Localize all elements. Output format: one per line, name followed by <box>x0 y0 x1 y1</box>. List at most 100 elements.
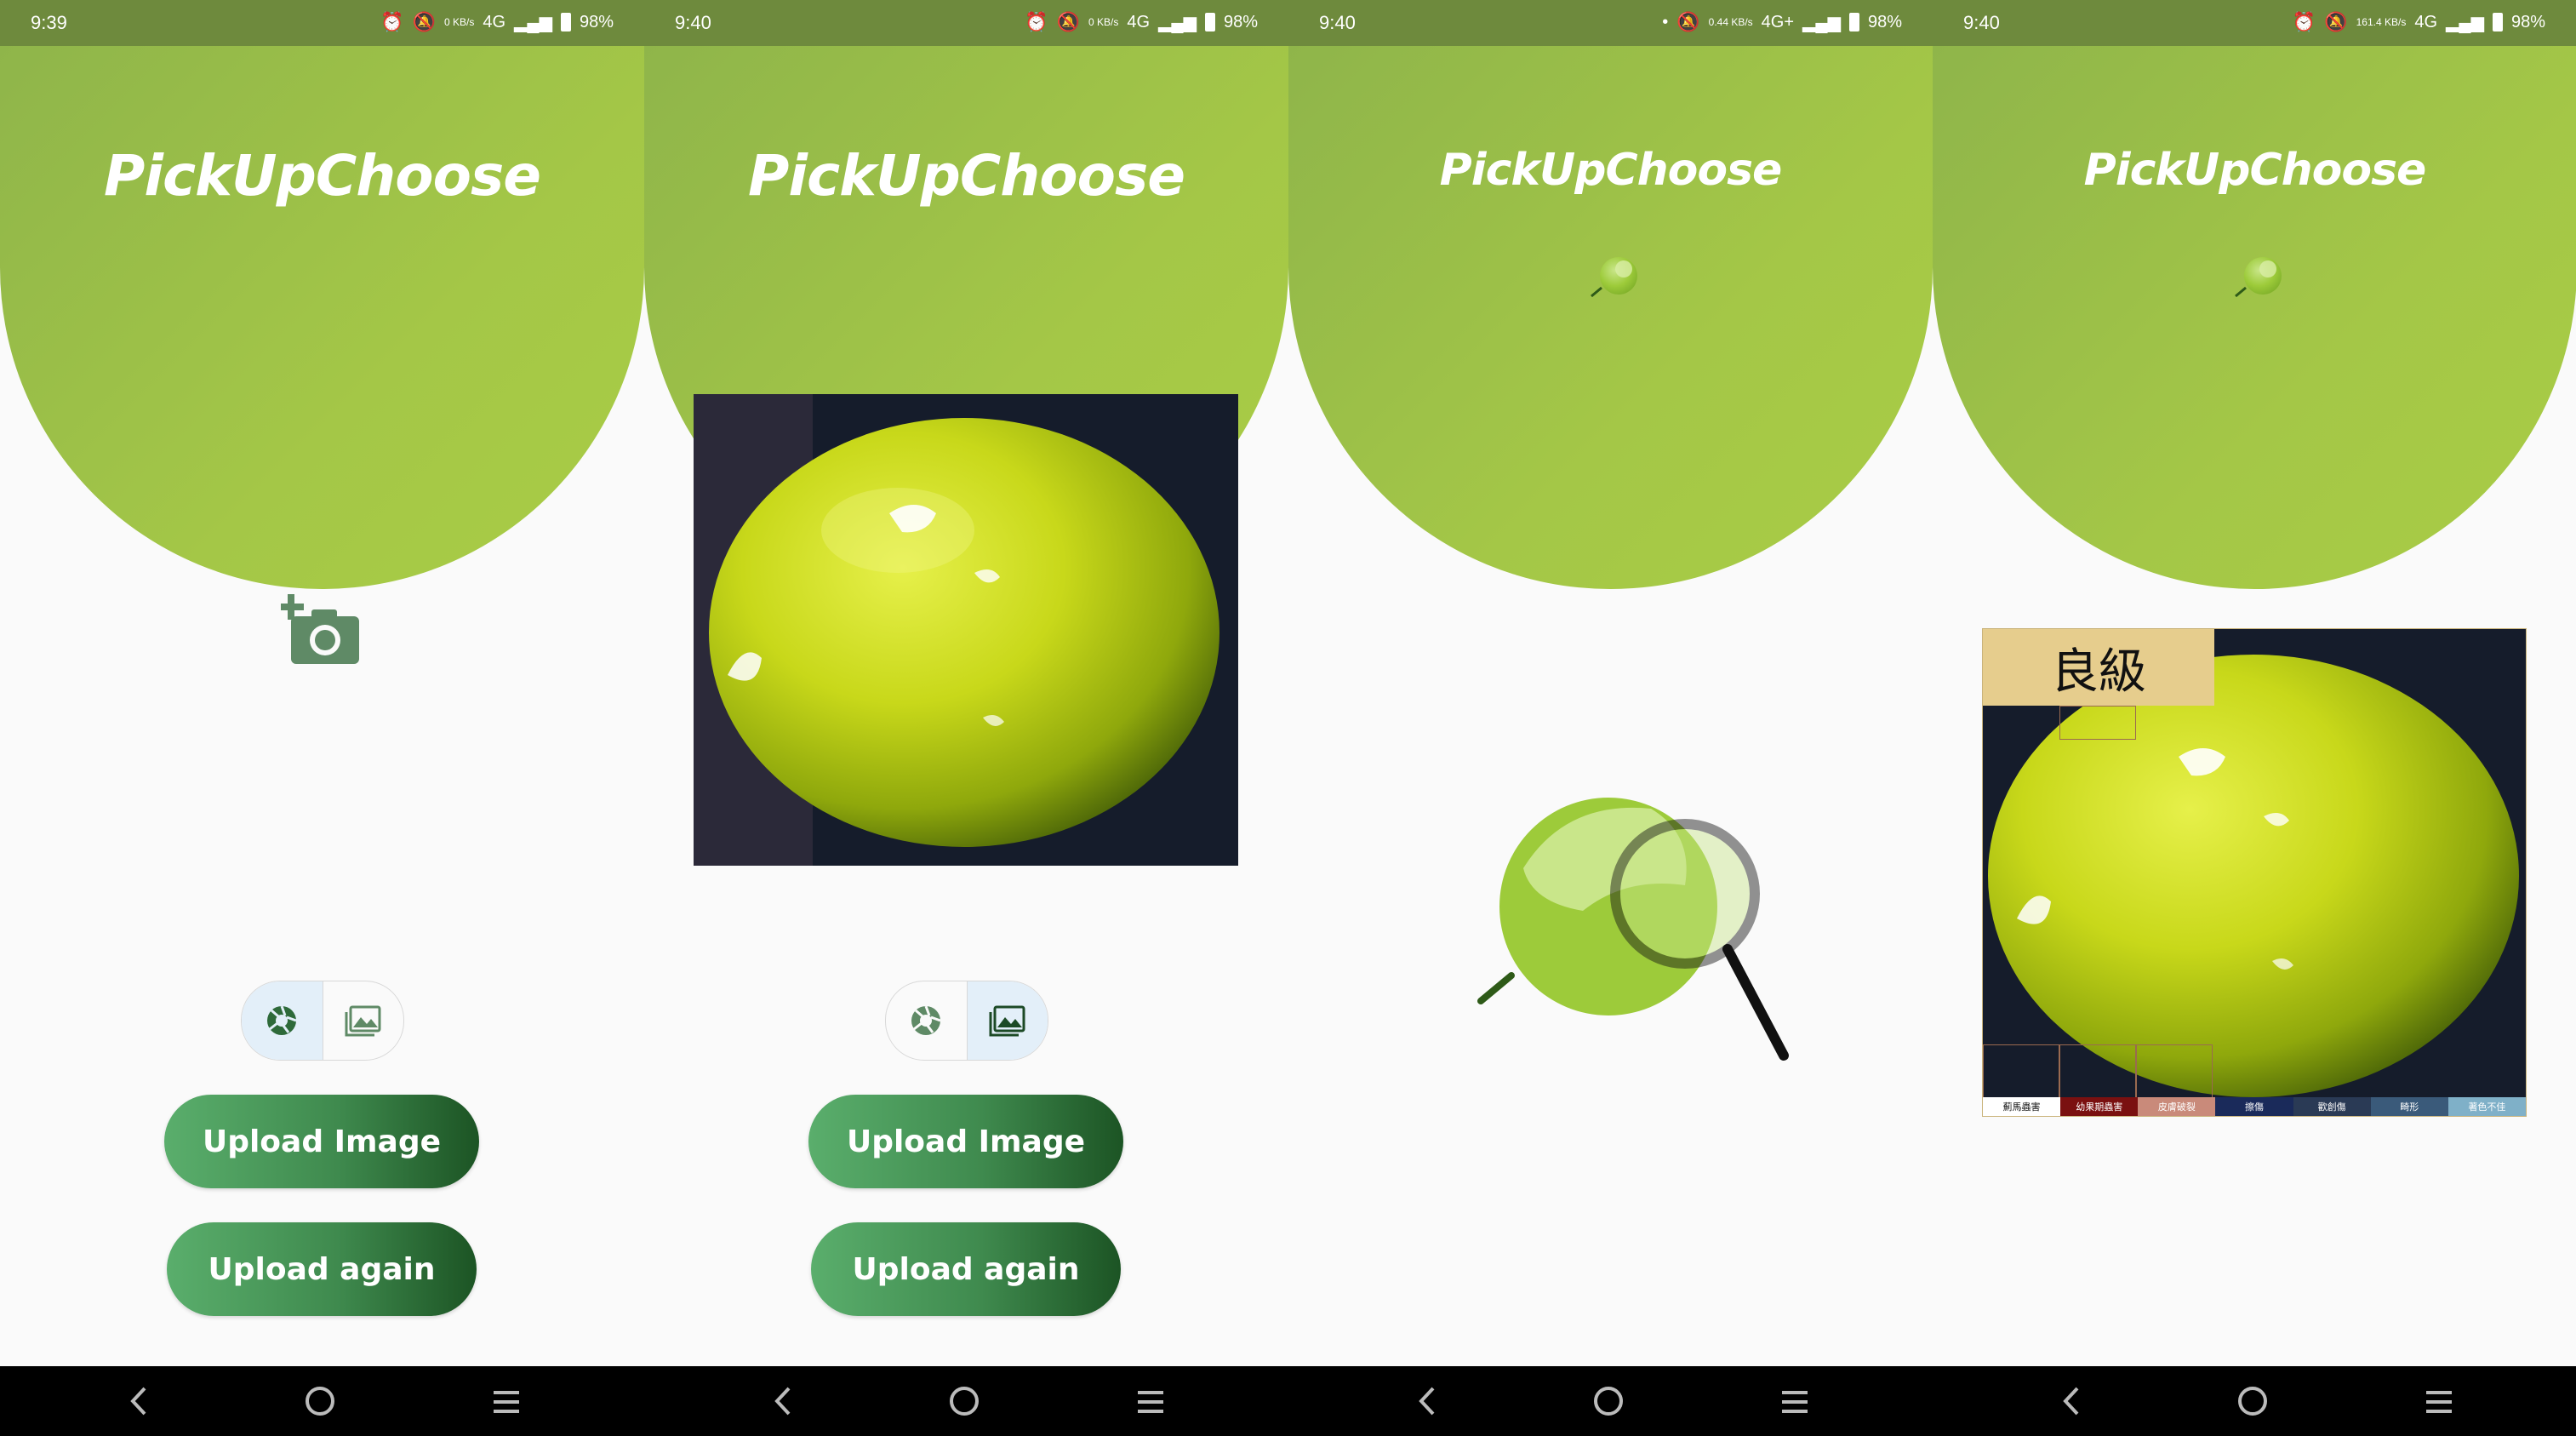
nav-bar <box>644 1366 1288 1436</box>
legend-item: 擦傷 <box>2215 1097 2293 1116</box>
network-speed: 0.44 KB/s <box>1708 16 1753 28</box>
app-title: PickUpChoose <box>1439 145 1783 196</box>
header-background <box>1288 46 1933 589</box>
source-toggle[interactable] <box>885 981 1048 1061</box>
header-background <box>1933 46 2576 589</box>
back-icon[interactable] <box>124 1385 153 1417</box>
battery-level: 98% <box>579 12 614 31</box>
alarm-icon: ⏰ <box>380 11 404 32</box>
mute-icon: 🔕 <box>2324 11 2348 32</box>
camera-option[interactable] <box>886 981 967 1060</box>
detection-box <box>2136 1044 2213 1099</box>
upload-image-button[interactable]: Upload Image <box>164 1095 479 1188</box>
alarm-icon: ⏰ <box>1025 11 1048 32</box>
detection-box <box>1983 1044 2059 1099</box>
battery-icon <box>1204 13 1215 31</box>
legend-item: 薊馬蟲害 <box>1983 1097 2061 1116</box>
gallery-icon <box>989 1005 1025 1037</box>
screen-analyzing: 9:40 • 🔕 0.44 KB/s 4G+ ▂▄▆ 98% PickUpCho… <box>1288 0 1933 1436</box>
recents-icon[interactable] <box>1136 1390 1165 1414</box>
status-icons: ⏰ 🔕 0 KB/s 4G ▂▄▆ 98% <box>1025 11 1258 33</box>
home-icon[interactable] <box>2238 1387 2267 1416</box>
back-icon[interactable] <box>2057 1385 2086 1417</box>
source-toggle[interactable] <box>241 981 404 1061</box>
nav-bar <box>1933 1366 2576 1436</box>
camera-option[interactable] <box>242 981 323 1060</box>
upload-again-button[interactable]: Upload again <box>167 1222 477 1316</box>
app-logo-icon <box>2235 257 2282 298</box>
result-image-panel: 良級 薊馬蟲害 幼果期蟲害 皮膚破裂 擦傷 歡創傷 畸形 著色不佳 <box>1982 628 2527 1117</box>
mute-icon: 🔕 <box>1056 11 1080 32</box>
status-time: 9:40 <box>1963 12 2000 33</box>
mute-icon: 🔕 <box>412 11 436 32</box>
defect-legend: 薊馬蟲害 幼果期蟲害 皮膚破裂 擦傷 歡創傷 畸形 著色不佳 <box>1983 1097 2526 1116</box>
add-photo-icon[interactable] <box>281 594 363 667</box>
status-bar: 9:40 • 🔕 0.44 KB/s 4G+ ▂▄▆ 98% <box>1288 0 1933 46</box>
selected-fruit-photo <box>694 394 1238 866</box>
battery-level: 98% <box>1223 12 1258 31</box>
status-bar: 9:39 ⏰ 🔕 0 KB/s 4G ▂▄▆ 98% <box>0 0 644 46</box>
battery-level: 98% <box>1867 12 1902 31</box>
grade-label: 良級 <box>1983 629 2214 706</box>
network-speed: 161.4 KB/s <box>2356 16 2407 28</box>
analyzing-magnifier-icon <box>1477 798 1789 1061</box>
network-type: 4G <box>483 12 506 31</box>
signal-icon: ▂▄▆ <box>514 13 552 32</box>
network-type: 4G <box>1127 12 1151 31</box>
recents-icon[interactable] <box>2425 1390 2453 1414</box>
home-icon[interactable] <box>306 1387 334 1416</box>
alarm-icon: ⏰ <box>2292 11 2316 32</box>
status-icons: • 🔕 0.44 KB/s 4G+ ▂▄▆ 98% <box>1662 11 1902 33</box>
gallery-option[interactable] <box>966 981 1048 1060</box>
legend-item: 著色不佳 <box>2447 1097 2526 1116</box>
detection-box <box>2059 706 2136 740</box>
gallery-icon <box>345 1005 381 1037</box>
header-background <box>0 46 644 589</box>
battery-icon <box>1848 13 1859 31</box>
legend-item: 畸形 <box>2370 1097 2448 1116</box>
signal-icon: ▂▄▆ <box>1158 13 1197 32</box>
app-title: PickUpChoose <box>103 143 541 209</box>
network-type: 4G <box>2414 12 2438 31</box>
status-time: 9:40 <box>1319 12 1356 33</box>
shutter-icon <box>267 1005 297 1035</box>
network-speed: 0 KB/s <box>1088 16 1119 28</box>
screen-result: 9:40 ⏰ 🔕 161.4 KB/s 4G ▂▄▆ 98% PickUpCho… <box>1933 0 2576 1436</box>
legend-item: 幼果期蟲害 <box>2060 1097 2139 1116</box>
recents-icon[interactable] <box>492 1390 521 1414</box>
recents-icon[interactable] <box>1780 1390 1809 1414</box>
battery-icon <box>560 13 571 31</box>
app-title: PickUpChoose <box>747 143 1185 209</box>
app-title: PickUpChoose <box>2083 145 2427 196</box>
upload-again-button[interactable]: Upload again <box>811 1222 1121 1316</box>
gallery-option[interactable] <box>322 981 404 1060</box>
status-time: 9:40 <box>675 12 711 33</box>
battery-level: 98% <box>2510 12 2545 31</box>
network-speed: 0 KB/s <box>443 16 475 28</box>
signal-icon: ▂▄▆ <box>1802 13 1841 32</box>
signal-icon: ▂▄▆ <box>2446 13 2484 32</box>
upload-image-button[interactable]: Upload Image <box>808 1095 1123 1188</box>
legend-item: 歡創傷 <box>2293 1097 2371 1116</box>
battery-icon <box>2492 13 2503 31</box>
status-icons: ⏰ 🔕 0 KB/s 4G ▂▄▆ 98% <box>380 11 614 33</box>
back-icon[interactable] <box>768 1385 797 1417</box>
notification-dot-icon: • <box>1662 12 1669 31</box>
screen-upload-empty: 9:39 ⏰ 🔕 0 KB/s 4G ▂▄▆ 98% PickUpChoose <box>0 0 644 1436</box>
network-type: 4G+ <box>1761 12 1795 31</box>
nav-bar <box>0 1366 644 1436</box>
legend-item: 皮膚破裂 <box>2138 1097 2216 1116</box>
detection-box <box>2059 1044 2136 1099</box>
home-icon[interactable] <box>950 1387 979 1416</box>
nav-bar <box>1288 1366 1933 1436</box>
status-icons: ⏰ 🔕 161.4 KB/s 4G ▂▄▆ 98% <box>2293 11 2545 33</box>
shutter-icon <box>911 1005 941 1035</box>
home-icon[interactable] <box>1594 1387 1623 1416</box>
status-bar: 9:40 ⏰ 🔕 0 KB/s 4G ▂▄▆ 98% <box>644 0 1288 46</box>
status-bar: 9:40 ⏰ 🔕 161.4 KB/s 4G ▂▄▆ 98% <box>1933 0 2576 46</box>
mute-icon: 🔕 <box>1676 11 1700 32</box>
back-icon[interactable] <box>1413 1385 1442 1417</box>
status-time: 9:39 <box>31 12 67 33</box>
app-logo-icon <box>1591 257 1637 298</box>
screen-image-selected: 9:40 ⏰ 🔕 0 KB/s 4G ▂▄▆ 98% PickUpChoose <box>644 0 1288 1436</box>
